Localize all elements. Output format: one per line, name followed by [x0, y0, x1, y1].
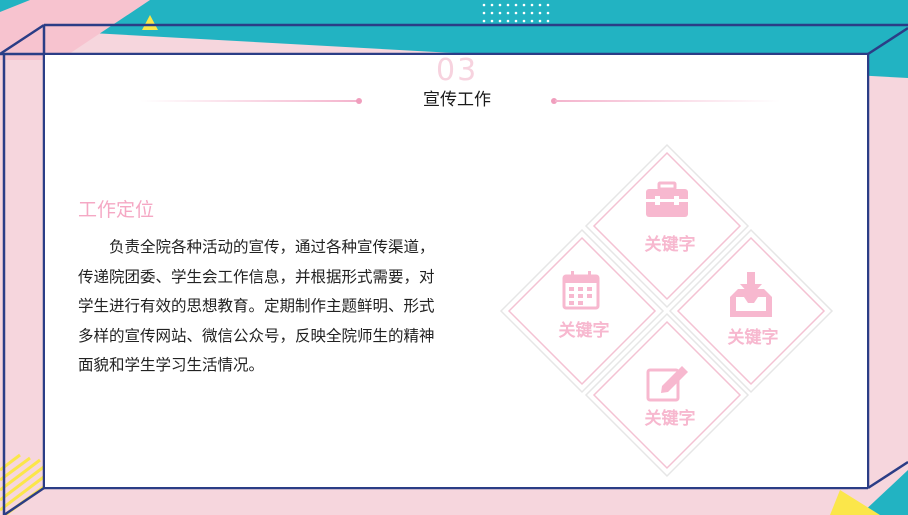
keyword-label-bottom: 关键字: [644, 409, 696, 429]
keyword-label-right: 关键字: [727, 328, 779, 348]
keyword-label-top: 关键字: [644, 235, 696, 255]
keyword-diamonds: [499, 143, 834, 478]
keyword-label-left: 关键字: [558, 321, 610, 341]
